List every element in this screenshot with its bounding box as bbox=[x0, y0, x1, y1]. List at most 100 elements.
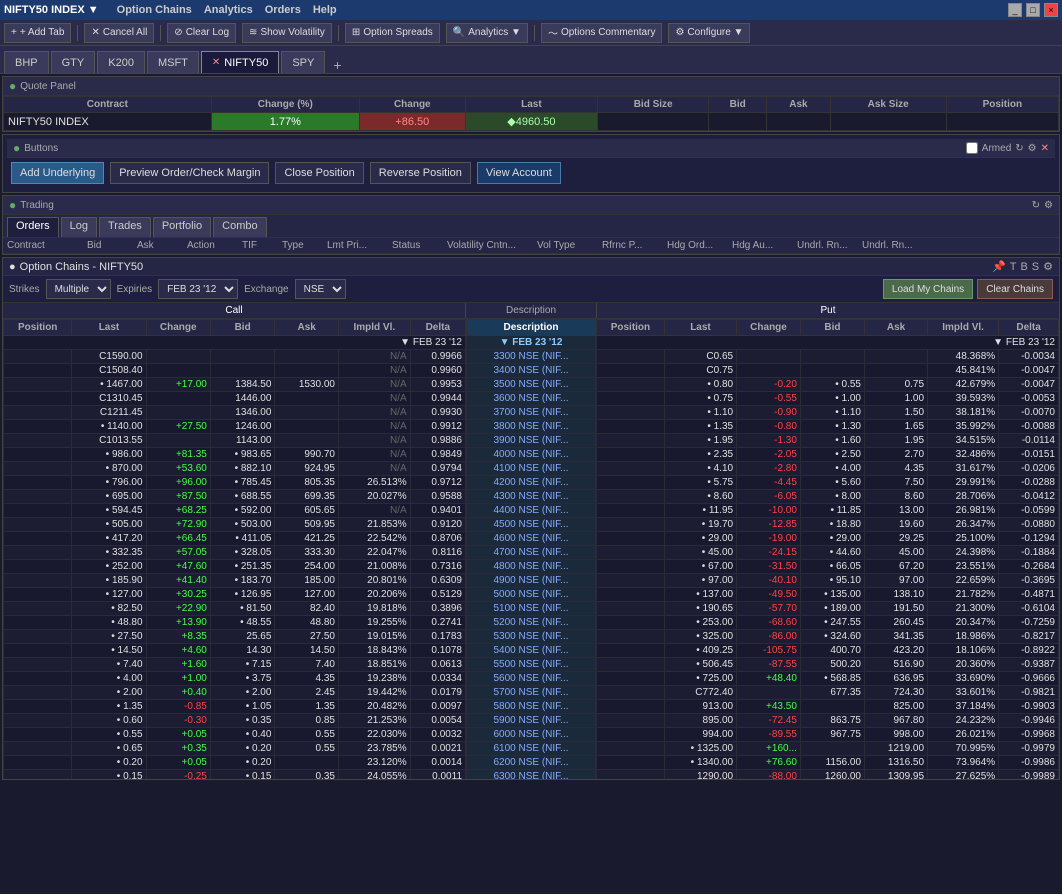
desc-row[interactable]: 3600 NSE (NIF... bbox=[467, 392, 596, 406]
put-row[interactable]: • 253.00-68.60• 247.55260.4520.347%-0.72… bbox=[597, 616, 1059, 630]
options-commentary-button[interactable]: 〜 Options Commentary bbox=[541, 23, 662, 43]
put-row[interactable]: • 0.80-0.20• 0.550.7542.679%-0.0047 bbox=[597, 378, 1059, 392]
tab-orders[interactable]: Orders bbox=[7, 217, 59, 237]
tab-add-button[interactable]: + bbox=[327, 57, 347, 73]
call-row[interactable]: C1590.00N/A0.9966 bbox=[4, 350, 466, 364]
put-row[interactable]: 1290.00-88.001260.001309.9527.625%-0.998… bbox=[597, 770, 1059, 780]
put-row[interactable]: • 409.25-105.75400.70423.2018.106%-0.892… bbox=[597, 644, 1059, 658]
put-row[interactable]: • 1.35-0.80• 1.301.6535.992%-0.0088 bbox=[597, 420, 1059, 434]
tab-nifty50[interactable]: ✕ NIFTY50 bbox=[201, 51, 279, 73]
put-row[interactable]: • 506.45-87.55500.20516.9020.360%-0.9387 bbox=[597, 658, 1059, 672]
call-row[interactable]: • 417.20+66.45• 411.05421.2522.542%0.870… bbox=[4, 532, 466, 546]
call-row[interactable]: • 0.20+0.05• 0.2023.120%0.0014 bbox=[4, 756, 466, 770]
cancel-all-button[interactable]: ✕ Cancel All bbox=[84, 23, 154, 43]
desc-row[interactable]: 6300 NSE (NIF... bbox=[467, 770, 596, 780]
maximize-button[interactable]: □ bbox=[1026, 3, 1040, 17]
refresh-icon[interactable]: ↻ bbox=[1015, 143, 1023, 154]
desc-row[interactable]: 5500 NSE (NIF... bbox=[467, 658, 596, 672]
minimize-button[interactable]: _ bbox=[1008, 3, 1022, 17]
put-row[interactable]: • 97.00-40.10• 95.1097.0022.659%-0.3695 bbox=[597, 574, 1059, 588]
desc-row[interactable]: 4700 NSE (NIF... bbox=[467, 546, 596, 560]
call-row[interactable]: • 185.90+41.40• 183.70185.0020.801%0.630… bbox=[4, 574, 466, 588]
call-row[interactable]: • 1140.00+27.501246.00N/A0.9912 bbox=[4, 420, 466, 434]
desc-row[interactable]: 6200 NSE (NIF... bbox=[467, 756, 596, 770]
call-row[interactable]: C1013.551143.00N/A0.9886 bbox=[4, 434, 466, 448]
put-row[interactable]: • 67.00-31.50• 66.0567.2023.551%-0.2684 bbox=[597, 560, 1059, 574]
desc-row[interactable]: 4800 NSE (NIF... bbox=[467, 560, 596, 574]
tab-k200[interactable]: K200 bbox=[97, 51, 145, 73]
desc-row[interactable]: 3800 NSE (NIF... bbox=[467, 420, 596, 434]
desc-row[interactable]: 5900 NSE (NIF... bbox=[467, 714, 596, 728]
call-row[interactable]: • 986.00+81.35• 983.65990.70N/A0.9849 bbox=[4, 448, 466, 462]
armed-checkbox[interactable] bbox=[966, 142, 978, 154]
put-row[interactable]: • 19.70-12.85• 18.8019.6026.347%-0.0880 bbox=[597, 518, 1059, 532]
chains-refresh-icon[interactable]: T bbox=[1010, 261, 1017, 273]
call-row[interactable]: • 48.80+13.90• 48.5548.8019.255%0.2741 bbox=[4, 616, 466, 630]
desc-row[interactable]: 4100 NSE (NIF... bbox=[467, 462, 596, 476]
call-row[interactable]: • 505.00+72.90• 503.00509.9521.853%0.912… bbox=[4, 518, 466, 532]
desc-row[interactable]: 4500 NSE (NIF... bbox=[467, 518, 596, 532]
call-row[interactable]: • 127.00+30.25• 126.95127.0020.206%0.512… bbox=[4, 588, 466, 602]
call-row[interactable]: • 0.65+0.35• 0.200.5523.785%0.0021 bbox=[4, 742, 466, 756]
chains-s-icon[interactable]: S bbox=[1032, 261, 1039, 273]
put-row[interactable]: C772.40677.35724.3033.601%-0.9821 bbox=[597, 686, 1059, 700]
call-row[interactable]: • 252.00+47.60• 251.35254.0021.008%0.731… bbox=[4, 560, 466, 574]
call-row[interactable]: C1211.451346.00N/A0.9930 bbox=[4, 406, 466, 420]
tab-msft[interactable]: MSFT bbox=[147, 51, 199, 73]
add-underlying-button[interactable]: Add Underlying bbox=[11, 162, 104, 184]
put-row[interactable]: • 5.75-4.45• 5.607.5029.991%-0.0288 bbox=[597, 476, 1059, 490]
put-row[interactable]: • 1.10-0.90• 1.101.5038.181%-0.0070 bbox=[597, 406, 1059, 420]
put-row[interactable]: • 137.00-49.50• 135.00138.1021.782%-0.48… bbox=[597, 588, 1059, 602]
exchange-select[interactable]: NSE bbox=[295, 279, 346, 299]
desc-row[interactable]: 3400 NSE (NIF... bbox=[467, 364, 596, 378]
desc-row[interactable]: 6100 NSE (NIF... bbox=[467, 742, 596, 756]
chains-settings-icon[interactable]: ⚙ bbox=[1043, 260, 1053, 273]
option-spreads-button[interactable]: ⊞ Option Spreads bbox=[345, 23, 440, 43]
call-row[interactable]: • 594.45+68.25• 592.00605.65N/A0.9401 bbox=[4, 504, 466, 518]
call-row[interactable]: • 27.50+8.3525.6527.5019.015%0.1783 bbox=[4, 630, 466, 644]
clear-log-button[interactable]: ⊘ Clear Log bbox=[167, 23, 236, 43]
desc-row[interactable]: 4600 NSE (NIF... bbox=[467, 532, 596, 546]
put-row[interactable]: 895.00-72.45863.75967.8024.232%-0.9946 bbox=[597, 714, 1059, 728]
put-row[interactable]: C0.6548.368%-0.0034 bbox=[597, 350, 1059, 364]
put-row[interactable]: • 4.10-2.80• 4.004.3531.617%-0.0206 bbox=[597, 462, 1059, 476]
put-row[interactable]: 913.00+43.50825.0037.184%-0.9903 bbox=[597, 700, 1059, 714]
menu-help[interactable]: Help bbox=[309, 4, 341, 16]
desc-row[interactable]: 5300 NSE (NIF... bbox=[467, 630, 596, 644]
put-row[interactable]: • 1.95-1.30• 1.601.9534.515%-0.0114 bbox=[597, 434, 1059, 448]
call-row[interactable]: • 14.50+4.6014.3014.5018.843%0.1078 bbox=[4, 644, 466, 658]
menu-analytics[interactable]: Analytics bbox=[200, 4, 257, 16]
tab-log[interactable]: Log bbox=[61, 217, 97, 237]
put-row[interactable]: • 1340.00+76.601156.001316.5073.964%-0.9… bbox=[597, 756, 1059, 770]
desc-row[interactable]: 4400 NSE (NIF... bbox=[467, 504, 596, 518]
call-row[interactable]: • 695.00+87.50• 688.55699.3520.027%0.958… bbox=[4, 490, 466, 504]
call-row[interactable]: • 0.15-0.25• 0.150.3524.055%0.0011 bbox=[4, 770, 466, 780]
settings-icon[interactable]: ⚙ bbox=[1028, 143, 1037, 154]
put-row[interactable]: • 8.60-6.05• 8.008.6028.706%-0.0412 bbox=[597, 490, 1059, 504]
call-row[interactable]: C1310.451446.00N/A0.9944 bbox=[4, 392, 466, 406]
analytics-button[interactable]: 🔍 Analytics ▼ bbox=[446, 23, 528, 43]
put-row[interactable]: • 45.00-24.15• 44.6045.0024.398%-0.1884 bbox=[597, 546, 1059, 560]
chains-pin-icon[interactable]: 📌 bbox=[992, 260, 1006, 273]
load-chains-button[interactable]: Load My Chains bbox=[883, 279, 973, 299]
put-row[interactable]: • 2.35-2.05• 2.502.7032.486%-0.0151 bbox=[597, 448, 1059, 462]
put-row[interactable]: • 1325.00+160...1219.0070.995%-0.9979 bbox=[597, 742, 1059, 756]
close-button[interactable]: × bbox=[1044, 3, 1058, 17]
call-row[interactable]: • 1467.00+17.001384.501530.00N/A0.9953 bbox=[4, 378, 466, 392]
close-panel-icon[interactable]: ✕ bbox=[1041, 143, 1049, 154]
desc-row[interactable]: 4000 NSE (NIF... bbox=[467, 448, 596, 462]
reverse-position-button[interactable]: Reverse Position bbox=[370, 162, 471, 184]
configure-button[interactable]: ⚙ Configure ▼ bbox=[668, 23, 750, 43]
desc-row[interactable]: 5200 NSE (NIF... bbox=[467, 616, 596, 630]
show-volatility-button[interactable]: ≋ Show Volatility bbox=[242, 23, 332, 43]
strikes-select[interactable]: Multiple bbox=[46, 279, 111, 299]
put-row[interactable]: • 0.75-0.55• 1.001.0039.593%-0.0053 bbox=[597, 392, 1059, 406]
put-row[interactable]: • 190.65-57.70• 189.00191.5021.300%-0.61… bbox=[597, 602, 1059, 616]
desc-row[interactable]: 6000 NSE (NIF... bbox=[467, 728, 596, 742]
desc-row[interactable]: 3700 NSE (NIF... bbox=[467, 406, 596, 420]
call-row[interactable]: • 7.40+1.60• 7.157.4018.851%0.0613 bbox=[4, 658, 466, 672]
desc-row[interactable]: 4200 NSE (NIF... bbox=[467, 476, 596, 490]
desc-row[interactable]: 5100 NSE (NIF... bbox=[467, 602, 596, 616]
desc-row[interactable]: 3500 NSE (NIF... bbox=[467, 378, 596, 392]
desc-row[interactable]: 5700 NSE (NIF... bbox=[467, 686, 596, 700]
